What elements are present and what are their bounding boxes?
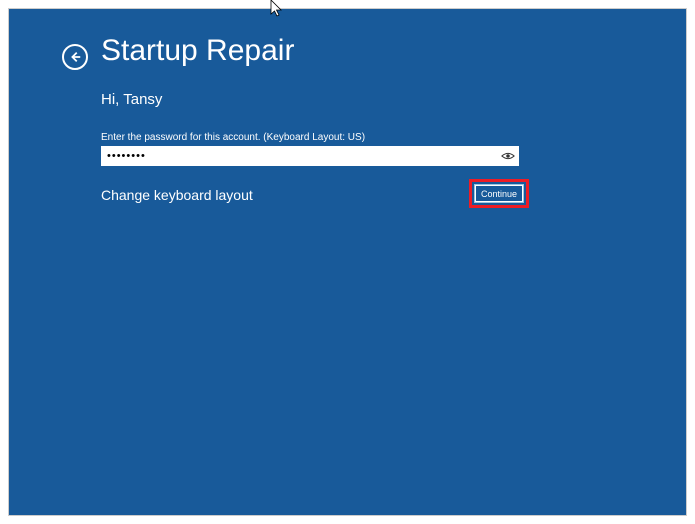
back-arrow-icon [68, 50, 82, 64]
continue-button[interactable]: Continue [475, 185, 523, 202]
user-greeting: Hi, Tansy [101, 91, 162, 108]
password-input[interactable] [101, 146, 497, 166]
back-button[interactable] [62, 44, 88, 70]
password-reveal-button[interactable] [497, 146, 519, 166]
continue-highlight-box: Continue [469, 179, 529, 208]
password-prompt-label: Enter the password for this account. (Ke… [101, 132, 365, 143]
eye-icon [501, 151, 515, 161]
window-frame: Startup Repair Hi, Tansy Enter the passw… [8, 8, 687, 516]
content-area: Startup Repair Hi, Tansy Enter the passw… [9, 9, 686, 515]
page-title: Startup Repair [101, 34, 294, 68]
password-field-container [101, 146, 519, 166]
change-keyboard-layout-link[interactable]: Change keyboard layout [101, 187, 253, 203]
